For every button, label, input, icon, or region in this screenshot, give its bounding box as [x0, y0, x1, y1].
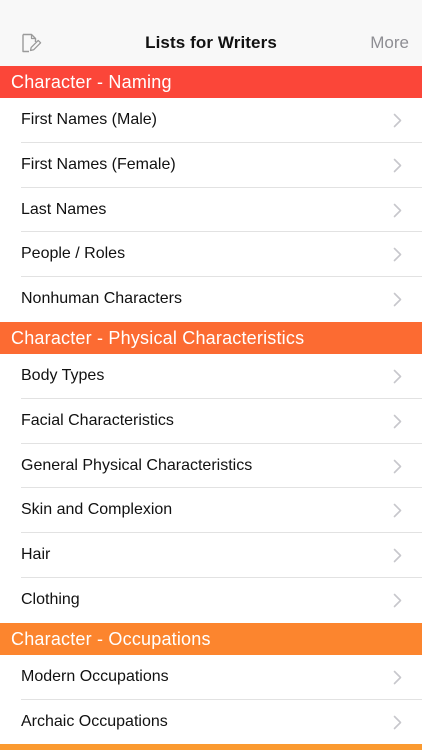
- list-item[interactable]: First Names (Male): [0, 98, 422, 143]
- list-item[interactable]: Modern Occupations: [0, 654, 422, 700]
- chevron-right-icon: [393, 113, 402, 128]
- list-item[interactable]: Hair: [0, 533, 422, 578]
- list-item[interactable]: Facial Characteristics: [0, 398, 422, 444]
- app-screen: Lists for Writers More Character - Namin…: [0, 0, 422, 750]
- list-item-label: First Names (Female): [21, 155, 176, 173]
- list-item[interactable]: Nonhuman Characters: [0, 277, 422, 322]
- list-item-label: Body Types: [21, 366, 105, 384]
- list-item-label: People / Roles: [21, 245, 126, 263]
- list-item[interactable]: Archaic Occupations: [0, 699, 422, 745]
- page-title: Lists for Writers: [145, 33, 277, 52]
- chevron-right-icon: [393, 593, 402, 608]
- list-item-label: Clothing: [21, 590, 80, 608]
- list-item-label: Last Names: [21, 200, 107, 218]
- list-item[interactable]: Last Names: [0, 187, 422, 233]
- list-item[interactable]: Skin and Complexion: [0, 488, 422, 534]
- list-item[interactable]: First Names (Female): [0, 142, 422, 188]
- lists-table: Character - Naming First Names (Male) Firs…: [0, 66, 422, 750]
- list-item-label: Archaic Occupations: [21, 712, 168, 730]
- list-item[interactable]: General Physical Characteristics: [0, 443, 422, 489]
- chevron-right-icon: [393, 670, 402, 685]
- list-item-label: Skin and Complexion: [21, 501, 173, 519]
- chevron-right-icon: [393, 248, 402, 262]
- chevron-right-icon: [393, 504, 402, 518]
- list-item-label: Hair: [21, 546, 51, 564]
- list-item-label: First Names (Male): [21, 111, 158, 128]
- chevron-right-icon: [393, 548, 402, 563]
- section-header: Character - Physical Characteristics: [0, 321, 422, 354]
- chevron-right-icon: [393, 414, 402, 429]
- chevron-right-icon: [393, 203, 402, 217]
- list-item[interactable]: Clothing: [0, 577, 422, 623]
- chevron-right-icon: [393, 292, 402, 307]
- list-item-label: General Physical Characteristics: [21, 456, 253, 474]
- list-item[interactable]: Body Types: [0, 353, 422, 399]
- next-section-header: [0, 744, 422, 750]
- section-header: Character - Naming: [0, 66, 422, 98]
- chevron-right-icon: [393, 158, 402, 173]
- chevron-right-icon: [393, 369, 402, 384]
- list-item-label: Modern Occupations: [21, 667, 169, 685]
- chevron-right-icon: [393, 715, 402, 729]
- chevron-right-icon: [393, 459, 402, 473]
- list-item[interactable]: People / Roles: [0, 232, 422, 278]
- section-header: Character - Occupations: [0, 622, 422, 655]
- navigation-bar: Lists for Writers More: [0, 0, 422, 66]
- more-button[interactable]: More: [370, 33, 409, 53]
- list-item-label: Nonhuman Characters: [21, 290, 182, 308]
- list-item-label: Facial Characteristics: [21, 411, 174, 429]
